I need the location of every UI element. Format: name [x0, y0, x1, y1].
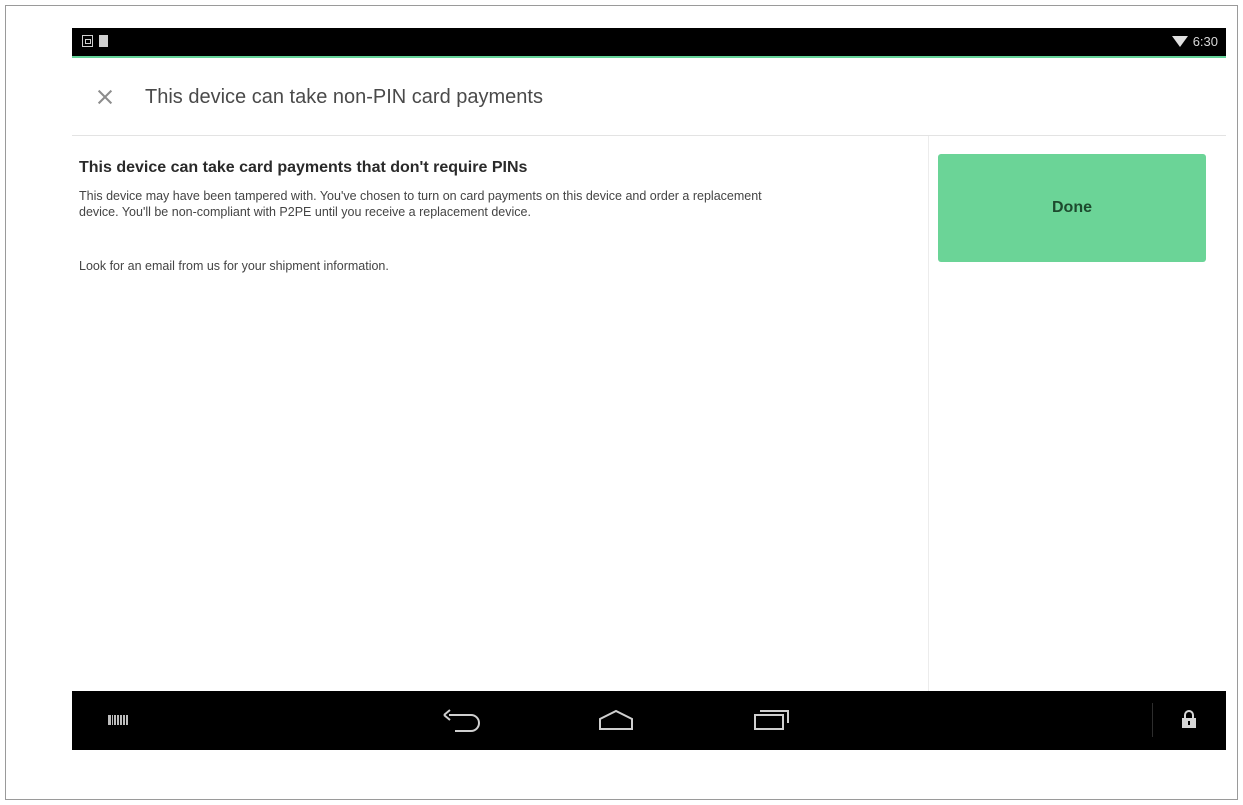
status-indicators: 6:30 [1171, 34, 1218, 49]
back-icon[interactable] [441, 707, 483, 733]
main-content: This device can take card payments that … [72, 136, 928, 691]
barcode-icon[interactable] [108, 715, 128, 725]
side-panel: Done [928, 136, 1226, 691]
status-time: 6:30 [1192, 34, 1218, 49]
content-paragraph-email: Look for an email from us for your shipm… [79, 259, 389, 273]
lock-icon[interactable] [1181, 709, 1197, 729]
gallery-icon [82, 35, 93, 47]
navigation-bar [72, 691, 1226, 750]
content-paragraph-tampered: This device may have been tampered with.… [79, 189, 762, 219]
wifi-icon [1171, 36, 1188, 47]
home-icon[interactable] [596, 707, 636, 733]
page-title: This device can take non-PIN card paymen… [145, 86, 543, 108]
title-bar: This device can take non-PIN card paymen… [72, 58, 1226, 136]
recent-apps-icon[interactable] [752, 707, 792, 733]
status-notifications [82, 35, 108, 47]
content-heading: This device can take card payments that … [79, 159, 528, 176]
done-button[interactable]: Done [938, 154, 1206, 262]
nav-separator [1152, 703, 1153, 737]
close-icon[interactable] [98, 90, 112, 104]
device-screen: 6:30 This device can take non-PIN card p… [72, 28, 1226, 750]
sd-card-icon [99, 35, 108, 47]
status-bar: 6:30 [72, 28, 1226, 58]
